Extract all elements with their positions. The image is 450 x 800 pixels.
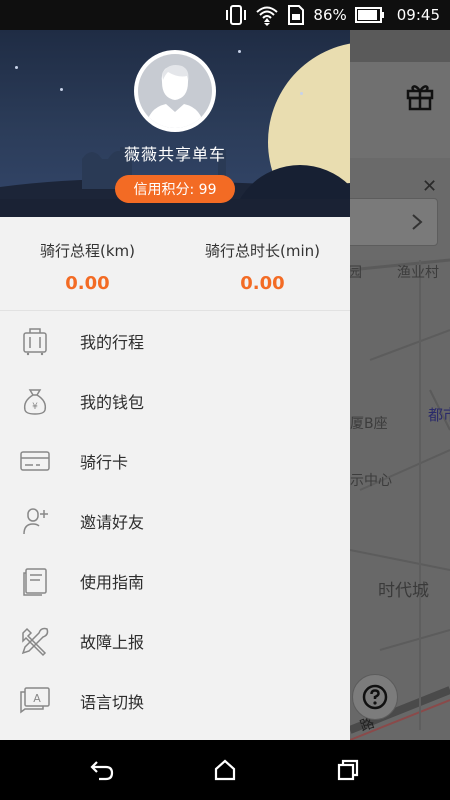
card-icon: [20, 451, 50, 471]
drawer-menu: 我的行程 ¥ 我的钱包 骑行卡 邀请好友 使用指南 故障上报 A 语言切换: [0, 311, 350, 731]
close-icon[interactable]: ✕: [422, 176, 437, 197]
gift-icon: [406, 85, 434, 111]
menu-item-label: 骑行卡: [80, 453, 129, 472]
menu-item-label: 语言切换: [80, 693, 145, 712]
language-icon: A: [20, 687, 50, 714]
stat-value: 0.00: [65, 273, 110, 294]
stat-total-duration: 骑行总时长(min) 0.00: [175, 217, 350, 310]
menu-item-label: 我的行程: [80, 333, 145, 352]
menu-item-label: 我的钱包: [80, 393, 145, 412]
stat-total-distance: 骑行总程(km) 0.00: [0, 217, 175, 310]
menu-item-label: 故障上报: [80, 633, 145, 652]
map-label-building-b: 厦B座: [350, 416, 388, 432]
map-top-strip: [350, 30, 450, 62]
back-icon: [90, 761, 113, 781]
map-label-yuan: 园: [348, 265, 362, 281]
wifi-icon: [256, 6, 279, 26]
system-navigation-bar: [0, 740, 450, 800]
vibrate-icon: [226, 5, 247, 25]
svg-text:A: A: [33, 692, 41, 705]
stat-label: 骑行总时长(min): [205, 242, 320, 260]
menu-item-language-switch[interactable]: A 语言切换: [0, 671, 350, 731]
star: [60, 88, 63, 91]
help-button[interactable]: [352, 674, 398, 720]
menu-item-label: 使用指南: [80, 573, 145, 592]
menu-item-riding-card[interactable]: 骑行卡: [0, 431, 350, 491]
recent-apps-icon: [338, 759, 359, 781]
clock: 09:45: [396, 6, 440, 24]
username: 薇薇共享单车: [123, 145, 226, 164]
back-button[interactable]: [78, 746, 126, 794]
luggage-icon: [23, 328, 47, 356]
menu-item-report-fault[interactable]: 故障上报: [0, 611, 350, 671]
tools-icon: [21, 627, 49, 657]
avatar[interactable]: [134, 50, 216, 132]
stat-label: 骑行总程(km): [39, 242, 135, 260]
riding-stats: 骑行总程(km) 0.00 骑行总时长(min) 0.00: [0, 217, 350, 311]
battery-icon: [354, 7, 384, 23]
map-label-times-city: 时代城: [378, 581, 429, 601]
recent-apps-button[interactable]: [324, 746, 372, 794]
menu-item-label: 邀请好友: [80, 513, 145, 532]
add-user-icon: [23, 508, 48, 535]
chevron-right-icon[interactable]: [405, 210, 429, 234]
credit-score-badge[interactable]: 信用积分: 99: [115, 175, 235, 203]
user-silhouette-icon: [146, 65, 204, 128]
svg-text:¥: ¥: [32, 402, 38, 412]
map-label-city: 都市: [428, 406, 450, 424]
stat-value: 0.00: [240, 273, 285, 294]
money-bag-icon: ¥: [23, 389, 47, 415]
gift-button[interactable]: [400, 76, 440, 116]
battery-percent: 86%: [313, 6, 347, 24]
drawer-header: 薇薇共享单车 信用积分: 99: [0, 30, 350, 217]
question-icon: [362, 684, 388, 710]
menu-item-invite-friends[interactable]: 邀请好友: [0, 491, 350, 551]
star: [300, 92, 303, 95]
menu-item-my-wallet[interactable]: ¥ 我的钱包: [0, 371, 350, 431]
star: [238, 50, 241, 53]
home-button[interactable]: [201, 746, 249, 794]
guide-book-icon: [23, 568, 47, 596]
map-label-fishing-village: 渔业村: [397, 265, 439, 281]
home-icon: [214, 759, 236, 781]
navigation-drawer: 薇薇共享单车 信用积分: 99 骑行总程(km) 0.00 骑行总时长(min)…: [0, 30, 350, 740]
map-label-center: 示中心: [350, 473, 392, 489]
status-bar: 86% 09:45: [0, 0, 450, 30]
menu-item-my-trips[interactable]: 我的行程: [0, 311, 350, 371]
menu-item-user-guide[interactable]: 使用指南: [0, 551, 350, 611]
sim-card-icon: [288, 5, 305, 25]
star: [15, 66, 18, 69]
